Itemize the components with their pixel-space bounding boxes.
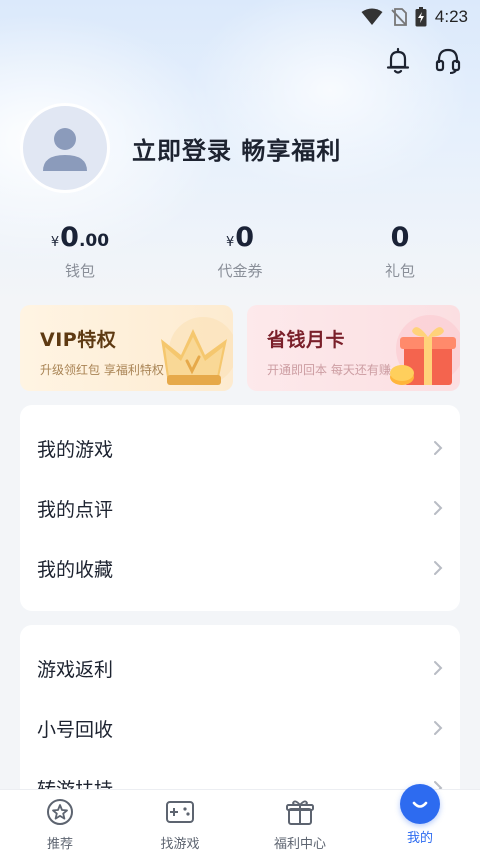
voucher-stat[interactable]: ¥ 0 代金券 [160, 222, 320, 281]
menu-item-account-recycle[interactable]: 小号回收 [20, 698, 460, 758]
bottom-tab-bar: 推荐 找游戏 福利中心 我的 [0, 784, 480, 853]
menu-item-label: 我的游戏 [37, 438, 114, 461]
star-badge-icon [46, 797, 74, 827]
tab-label: 我的 [406, 831, 433, 846]
chevron-right-icon [434, 501, 443, 515]
menu-item-my-favorites[interactable]: 我的收藏 [20, 538, 460, 598]
chevron-right-icon [434, 441, 443, 455]
gamepad-icon [165, 797, 195, 827]
menu-item-my-games[interactable]: 我的游戏 [20, 418, 460, 478]
tab-label: 推荐 [46, 837, 73, 852]
savings-monthly-card[interactable]: 省钱月卡 开通即回本 每天还有赚 [247, 305, 460, 391]
my-content-menu: 我的游戏 我的点评 我的收藏 [20, 405, 460, 611]
battery-charging-icon [415, 7, 427, 27]
voucher-balance: ¥ 0 [226, 222, 254, 256]
currency-symbol: ¥ [50, 235, 60, 250]
user-avatar-icon [43, 128, 87, 171]
headset-icon[interactable] [434, 46, 462, 76]
menu-item-label: 我的收藏 [37, 558, 114, 581]
tab-mine[interactable]: 我的 [360, 784, 480, 853]
promo-cards: VIP特权 升级领红包 享福利特权 省钱月卡 开通即回本 每天还有赚 [20, 305, 460, 391]
tab-label: 找游戏 [160, 837, 200, 852]
menu-item-label: 小号回收 [37, 718, 114, 741]
vip-privilege-card[interactable]: VIP特权 升级领红包 享福利特权 [20, 305, 233, 391]
vip-subtitle: 升级领红包 享福利特权 [40, 363, 164, 377]
tab-find-games[interactable]: 找游戏 [120, 790, 240, 853]
menu-item-my-reviews[interactable]: 我的点评 [20, 478, 460, 538]
account-stats: ¥ 0 .00 钱包 ¥ 0 代金券 0 礼包 [0, 222, 480, 281]
menu-item-label: 游戏返利 [37, 658, 114, 681]
login-prompt[interactable]: 立即登录 畅享福利 [132, 131, 341, 166]
wallet-balance: ¥ 0 .00 [51, 222, 109, 256]
chevron-right-icon [434, 661, 443, 675]
wallet-whole: 0 [60, 222, 79, 253]
profile-header: 立即登录 畅享福利 [20, 103, 341, 193]
vip-title: VIP特权 [40, 329, 117, 351]
gift-pack-stat[interactable]: 0 礼包 [320, 222, 480, 281]
gift-pack-count: 0 [390, 222, 410, 253]
menu-item-game-rebate[interactable]: 游戏返利 [20, 638, 460, 698]
header-actions [384, 46, 462, 76]
tab-welfare-center[interactable]: 福利中心 [240, 790, 360, 853]
wifi-icon [361, 8, 383, 26]
avatar[interactable] [20, 103, 110, 193]
wallet-stat[interactable]: ¥ 0 .00 钱包 [0, 222, 160, 281]
savings-title: 省钱月卡 [267, 329, 346, 351]
no-sim-icon [391, 8, 407, 26]
menu-item-label: 我的点评 [37, 498, 114, 521]
currency-symbol: ¥ [225, 235, 235, 250]
chevron-right-icon [434, 721, 443, 735]
clock-time: 4:23 [434, 7, 468, 26]
gift-pack-label: 礼包 [384, 262, 415, 280]
gift-pack-balance: 0 [391, 222, 410, 256]
status-bar: 4:23 [0, 0, 480, 34]
tab-recommend[interactable]: 推荐 [0, 790, 120, 853]
gift-icon [285, 797, 315, 827]
voucher-label: 代金券 [217, 262, 263, 280]
smile-icon [400, 784, 440, 824]
bell-icon[interactable] [384, 46, 412, 76]
voucher-count: 0 [235, 222, 255, 253]
savings-subtitle: 开通即回本 每天还有赚 [267, 363, 391, 377]
wallet-fraction: .00 [78, 231, 110, 251]
tab-label: 福利中心 [273, 837, 326, 852]
wallet-label: 钱包 [64, 262, 95, 280]
chevron-right-icon [434, 561, 443, 575]
